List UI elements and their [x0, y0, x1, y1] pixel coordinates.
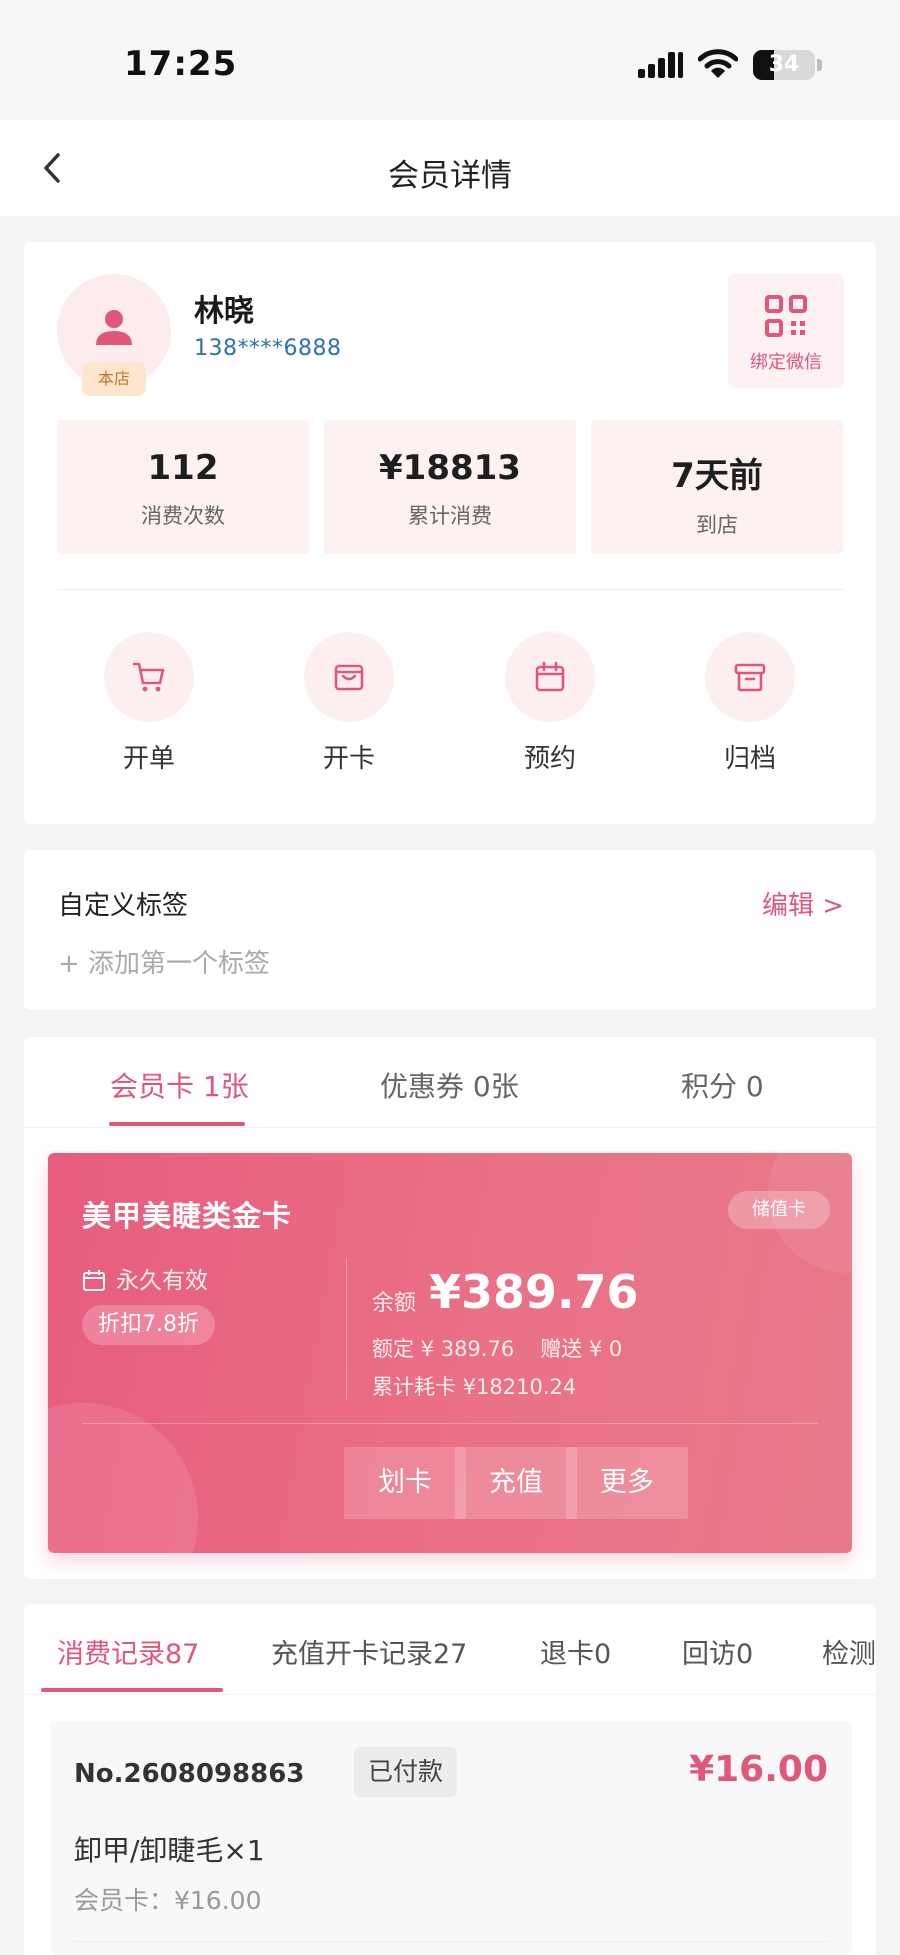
- divider: [24, 1127, 876, 1128]
- card-wallet-icon: [334, 664, 364, 691]
- divider: [74, 1941, 828, 1942]
- signal-icon: [638, 52, 683, 78]
- active-tab-indicator: [109, 1122, 245, 1126]
- stat-total-spend: ¥18813 累计消费: [324, 420, 576, 554]
- action-icon-bg: [304, 632, 394, 722]
- stat-visits: 112 消费次数: [57, 420, 309, 554]
- action-open-order[interactable]: 开单: [89, 632, 209, 775]
- stat-value: 112: [147, 448, 219, 488]
- status-bar: 17:25 34: [0, 0, 900, 120]
- order-number: No.2608098863: [74, 1759, 305, 1789]
- card-gift: 赠送 ¥ 0: [540, 1337, 623, 1361]
- stat-label: 消费次数: [141, 504, 225, 528]
- edit-tags-button[interactable]: 编辑 >: [762, 885, 844, 922]
- stat-value: ¥18813: [379, 448, 521, 488]
- more-button[interactable]: 更多: [566, 1447, 688, 1519]
- stat-last-visit: 7天前 到店: [591, 420, 843, 554]
- add-tag-button[interactable]: + 添加第一个标签: [58, 943, 270, 980]
- tab-points[interactable]: 积分 0: [681, 1065, 764, 1105]
- order-amount: ¥16.00: [689, 1749, 828, 1790]
- card-consumed: 累计耗卡 ¥18210.24: [372, 1375, 577, 1399]
- active-tab-indicator: [41, 1688, 223, 1692]
- divider: [82, 1423, 818, 1424]
- action-label: 开卡: [322, 744, 375, 774]
- divider: [24, 1694, 876, 1695]
- battery-cap: [817, 59, 822, 71]
- tab-inspection[interactable]: 检测: [822, 1632, 876, 1671]
- cart-icon: [132, 662, 165, 692]
- action-icon-bg: [505, 632, 595, 722]
- store-badge: 本店: [82, 362, 146, 396]
- card-decoration: [48, 1403, 198, 1553]
- divider: [346, 1258, 347, 1400]
- action-archive[interactable]: 归档: [690, 632, 810, 775]
- action-label: 预约: [523, 744, 576, 774]
- recharge-button[interactable]: 充值: [455, 1447, 577, 1519]
- calendar-icon: [83, 1270, 105, 1291]
- status-time: 17:25: [124, 44, 238, 84]
- bind-wechat-label: 绑定微信: [750, 352, 822, 373]
- card-name: 美甲美睫类金卡: [82, 1199, 293, 1233]
- divider: [57, 589, 844, 590]
- action-icon-bg: [705, 632, 795, 722]
- member-phone[interactable]: 138****6888: [194, 336, 341, 361]
- nav-bar: 会员详情: [0, 120, 900, 216]
- balance-label: 余额: [372, 1291, 417, 1316]
- tab-refund[interactable]: 退卡0: [540, 1632, 611, 1671]
- card-amounts: 额定 ¥ 389.76 赠送 ¥ 0: [372, 1333, 622, 1363]
- list-item[interactable]: No.2608098863 已付款 ¥16.00 卸甲/卸睫毛×1 会员卡：¥1…: [50, 1721, 852, 1955]
- member-cards-section: 会员卡 1张 优惠券 0张 积分 0 美甲美睫类金卡 储值卡 永久有效 折扣7.…: [24, 1037, 876, 1579]
- action-appointment[interactable]: 预约: [490, 632, 610, 775]
- card-type-badge: 储值卡: [728, 1191, 830, 1229]
- tab-consumption-records[interactable]: 消费记录87: [57, 1632, 199, 1671]
- records-section: 消费记录87 充值开卡记录27 退卡0 回访0 检测 No.2608098863…: [24, 1604, 876, 1955]
- card-validity: 永久有效: [82, 1261, 208, 1295]
- card-discount: 折扣7.8折: [82, 1305, 215, 1345]
- stat-value: 7天前: [671, 456, 763, 496]
- archive-box-icon: [734, 663, 766, 692]
- calendar-icon: [535, 661, 565, 692]
- bind-wechat-button[interactable]: 绑定微信: [728, 274, 844, 388]
- member-card[interactable]: 美甲美睫类金卡 储值卡 永久有效 折扣7.8折 余额 ¥389.76 额定 ¥ …: [48, 1153, 852, 1553]
- card-balance: ¥389.76: [429, 1265, 639, 1319]
- stat-label: 累计消费: [408, 504, 492, 528]
- order-item: 卸甲/卸睫毛×1: [74, 1834, 265, 1867]
- action-open-card[interactable]: 开卡: [289, 632, 409, 775]
- action-icon-bg: [104, 632, 194, 722]
- person-icon: [96, 310, 132, 345]
- stat-label: 到店: [696, 513, 738, 537]
- status-badge: 已付款: [354, 1747, 458, 1797]
- battery-level: 34: [768, 52, 800, 77]
- tab-coupons[interactable]: 优惠券 0张: [380, 1065, 519, 1105]
- action-label: 归档: [723, 744, 776, 774]
- tab-member-cards[interactable]: 会员卡 1张: [110, 1065, 249, 1105]
- action-label: 开单: [122, 744, 175, 774]
- card-quota: 额定 ¥ 389.76: [372, 1337, 515, 1361]
- tab-recharge-records[interactable]: 充值开卡记录27: [271, 1632, 467, 1671]
- custom-tags-card: 自定义标签 编辑 > + 添加第一个标签: [24, 850, 876, 1010]
- swipe-card-button[interactable]: 划卡: [344, 1447, 466, 1519]
- member-name: 林晓: [194, 294, 254, 329]
- wifi-icon: [698, 49, 738, 78]
- tags-title: 自定义标签: [58, 891, 189, 921]
- payment-method: 会员卡：¥16.00: [74, 1886, 262, 1915]
- page-title: 会员详情: [388, 158, 512, 194]
- qr-code-icon: [765, 295, 807, 337]
- profile-card: 本店 林晓 138****6888 绑定微信 112 消费次数 ¥18813 累…: [24, 242, 876, 824]
- card-validity-text: 永久有效: [116, 1268, 208, 1294]
- tab-return-visit[interactable]: 回访0: [682, 1632, 753, 1671]
- battery-icon: 34: [753, 50, 815, 80]
